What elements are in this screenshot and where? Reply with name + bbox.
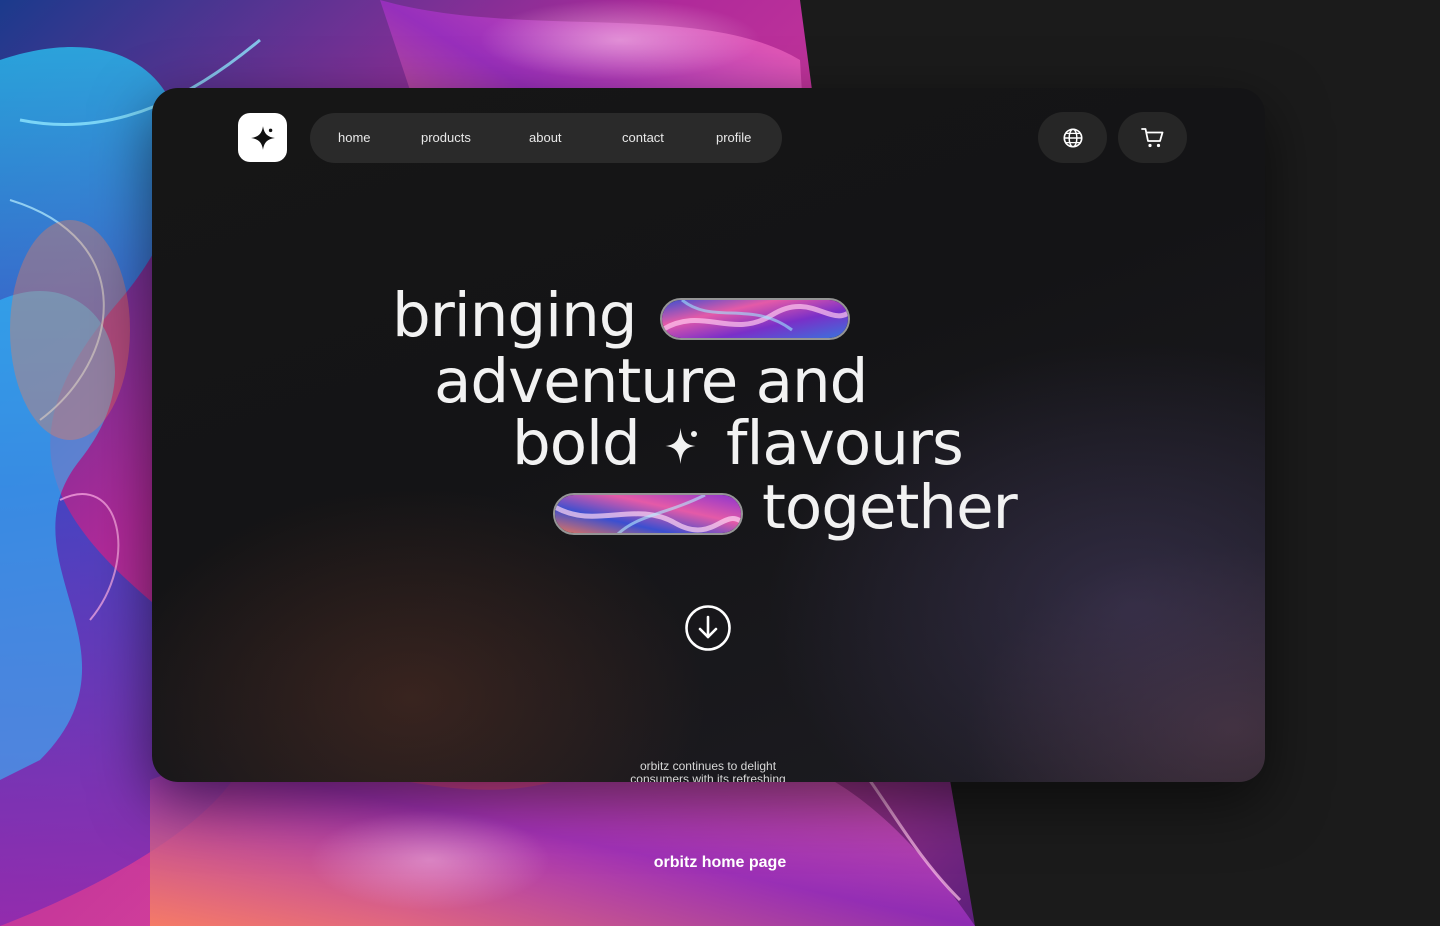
page-caption: orbitz home page (653, 854, 787, 871)
cart-icon (1140, 127, 1163, 147)
tagline-line-2: consumers with its refreshing (630, 772, 786, 783)
nav-item-contact[interactable]: contact (622, 113, 664, 163)
page: home products about contact profile brin… (0, 0, 1440, 926)
language-button[interactable] (1038, 112, 1107, 163)
hero-line-3a: bold (512, 408, 641, 479)
main-nav: home products about contact profile (310, 113, 782, 163)
arrow-down-circle-icon[interactable] (685, 605, 731, 651)
hero-line-4: together (762, 472, 1018, 543)
logo-button[interactable] (238, 113, 287, 162)
hero-line-1: bringing (392, 280, 637, 351)
hero-tagline: orbitz continues to delight consumers wi… (612, 760, 804, 783)
cart-button[interactable] (1118, 112, 1187, 163)
hero-pill-image-2 (553, 493, 743, 535)
nav-item-profile[interactable]: profile (716, 113, 751, 163)
nav-item-products[interactable]: products (421, 113, 471, 163)
hero-line-2: adventure and (434, 346, 868, 417)
globe-icon (1062, 127, 1083, 148)
hero-line-3b: flavours (726, 408, 964, 479)
nav-item-home[interactable]: home (338, 113, 371, 163)
sparkle-icon (250, 125, 275, 150)
nav-item-about[interactable]: about (529, 113, 562, 163)
hero-pill-image-1 (660, 298, 850, 340)
website-preview-card: home products about contact profile brin… (152, 88, 1265, 782)
sparkle-icon (665, 428, 697, 464)
